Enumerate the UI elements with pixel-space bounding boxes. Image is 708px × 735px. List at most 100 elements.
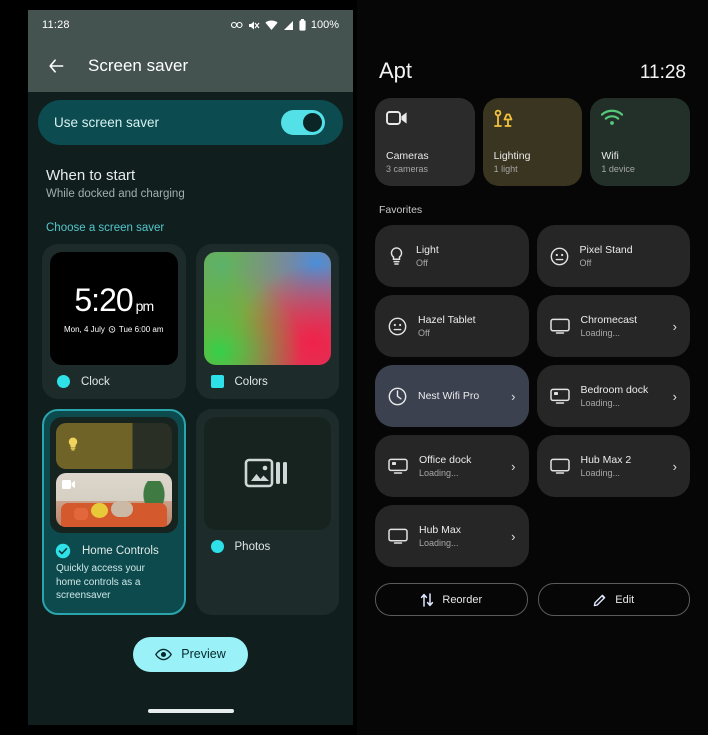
device-text: Hazel Tablet Off: [418, 314, 519, 338]
device-status: Loading...: [580, 398, 621, 408]
back-arrow-icon[interactable]: [46, 56, 66, 76]
alarm-icon: [108, 326, 116, 333]
bulb-icon: [390, 246, 403, 265]
status-bar-time: 11:28: [42, 19, 70, 31]
tv-icon: [549, 458, 570, 474]
lamp-icon: [493, 109, 513, 127]
colors-card-footer: Colors: [204, 365, 332, 391]
category-tile-wifi[interactable]: Wifi 1 device: [590, 98, 690, 186]
screenshot-root: 11:28 100% Screen saver Use screen saver…: [0, 0, 708, 735]
battery-percent: 100%: [310, 19, 339, 31]
dock-icon: [549, 388, 570, 404]
device-name: Pixel Stand: [579, 244, 633, 256]
favorites-grid: Light Off Pixel Stand Off Hazel Tablet O…: [357, 216, 708, 567]
device-tile-nest-wifi-pro[interactable]: Nest Wifi Pro ›: [375, 365, 529, 427]
device-tile-bedroom-dock[interactable]: Bedroom dock Loading... ›: [536, 365, 690, 427]
device-tile-office-dock[interactable]: Office dock Loading... ›: [375, 435, 529, 497]
device-status: Loading...: [419, 538, 459, 548]
device-tile-hub-max[interactable]: Hub Max Loading... ›: [375, 505, 529, 567]
face-circle-icon: [550, 247, 568, 265]
photos-card-footer: Photos: [204, 530, 332, 556]
home-controls-preview: [50, 417, 178, 533]
device-text: Bedroom dock Loading...: [581, 384, 662, 408]
reorder-button-label: Reorder: [442, 593, 483, 606]
device-name: Office dock: [419, 454, 472, 466]
category-name: Wifi: [601, 150, 619, 162]
device-text: Chromecast Loading...: [581, 314, 662, 338]
screen-saver-option-photos[interactable]: Photos: [195, 409, 339, 615]
device-name: Light: [416, 244, 439, 256]
screen-saver-option-clock[interactable]: 5:20 pm Mon, 4 July Tue 6:00 am Clock: [42, 244, 186, 399]
device-text: Pixel Stand Off: [580, 244, 681, 268]
clock-time: 5:20 pm: [74, 281, 154, 318]
edit-button-label: Edit: [615, 593, 635, 606]
device-tile-chromecast[interactable]: Chromecast Loading... ›: [536, 295, 690, 357]
tv-icon: [549, 318, 570, 334]
video-camera-icon: [386, 111, 407, 125]
use-screen-saver-row[interactable]: Use screen saver: [38, 100, 343, 145]
device-tile-light[interactable]: Light Off: [375, 225, 529, 287]
chevron-right-icon: ›: [511, 528, 516, 544]
category-sub: 1 light: [493, 164, 518, 174]
clock-card-label: Clock: [81, 375, 110, 388]
battery-icon: [299, 19, 306, 31]
device-tile-hazel-tablet[interactable]: Hazel Tablet Off: [375, 295, 529, 357]
page-title: Screen saver: [88, 56, 189, 75]
home-controls-camera-tile: [56, 473, 172, 527]
screen-saver-option-colors[interactable]: Colors: [195, 244, 339, 399]
edit-button[interactable]: Edit: [537, 583, 690, 616]
preview-button-wrap: Preview: [28, 636, 353, 672]
status-bar-icons: 100%: [230, 19, 339, 31]
circle-dot-icon: [210, 540, 224, 553]
swap-vertical-icon: [421, 592, 434, 607]
switch-knob: [303, 113, 322, 132]
use-screen-saver-switch[interactable]: [281, 110, 325, 135]
device-name: Hub Max 2: [580, 454, 632, 466]
pillow-decoration-1: [90, 503, 108, 519]
when-to-start-subtitle: While docked and charging: [46, 188, 185, 200]
preview-button[interactable]: Preview: [133, 636, 248, 672]
device-text: Light Off: [416, 244, 519, 268]
screen-saver-option-home-controls[interactable]: Home Controls Quickly access your home c…: [42, 409, 186, 615]
home-controls-phone: Apt 11:28 Cameras 3 cameras Lighting 1 l…: [357, 0, 708, 735]
device-status: Loading...: [580, 468, 621, 478]
device-text: Hub Max 2 Loading...: [581, 454, 662, 478]
device-tile-hub-max-2[interactable]: Hub Max 2 Loading... ›: [536, 435, 690, 497]
category-tile-cameras[interactable]: Cameras 3 cameras: [375, 98, 475, 186]
square-dot-icon: [210, 375, 224, 388]
wifi-icon: [601, 109, 624, 125]
circle-dot-icon: [57, 375, 70, 388]
bulb-icon: [68, 437, 78, 451]
category-sub: 3 cameras: [386, 164, 429, 174]
chevron-right-icon: ›: [511, 458, 516, 474]
signal-icon: [283, 20, 293, 30]
category-name: Cameras: [386, 150, 429, 162]
camera-icon: [62, 480, 75, 489]
person-decoration: [111, 501, 134, 518]
reorder-button[interactable]: Reorder: [375, 583, 528, 616]
action-button-row: Reorder Edit: [357, 567, 708, 616]
status-bar: 11:28 100%: [28, 10, 353, 40]
home-indicator: [147, 709, 234, 713]
clock-preview: 5:20 pm Mon, 4 July Tue 6:00 am: [50, 252, 178, 365]
colors-card-label: Colors: [234, 375, 268, 388]
category-name: Lighting: [493, 150, 531, 162]
device-name: Nest Wifi Pro: [418, 390, 480, 402]
face-circle-icon: [388, 317, 407, 335]
nest-wifi-icon: [388, 387, 407, 405]
clock-time-value: 5:20: [74, 281, 133, 318]
clock-meridiem: pm: [135, 297, 154, 314]
device-text: Office dock Loading...: [419, 454, 500, 478]
screen-saver-grid: 5:20 pm Mon, 4 July Tue 6:00 am Clock Co…: [28, 234, 353, 615]
chevron-right-icon: ›: [672, 458, 677, 474]
device-tile-pixel-stand[interactable]: Pixel Stand Off: [536, 225, 690, 287]
device-text: Nest Wifi Pro: [418, 390, 500, 402]
category-tile-lighting[interactable]: Lighting 1 light: [482, 98, 583, 186]
photos-card-label: Photos: [234, 540, 271, 553]
when-to-start-section[interactable]: When to start While docked and charging: [28, 145, 353, 200]
device-name: Bedroom dock: [580, 384, 649, 396]
clock-alarm: Tue 6:00 am: [118, 324, 164, 334]
dock-icon: [388, 458, 408, 474]
device-status: Off: [579, 258, 592, 268]
tv-icon: [388, 528, 408, 544]
